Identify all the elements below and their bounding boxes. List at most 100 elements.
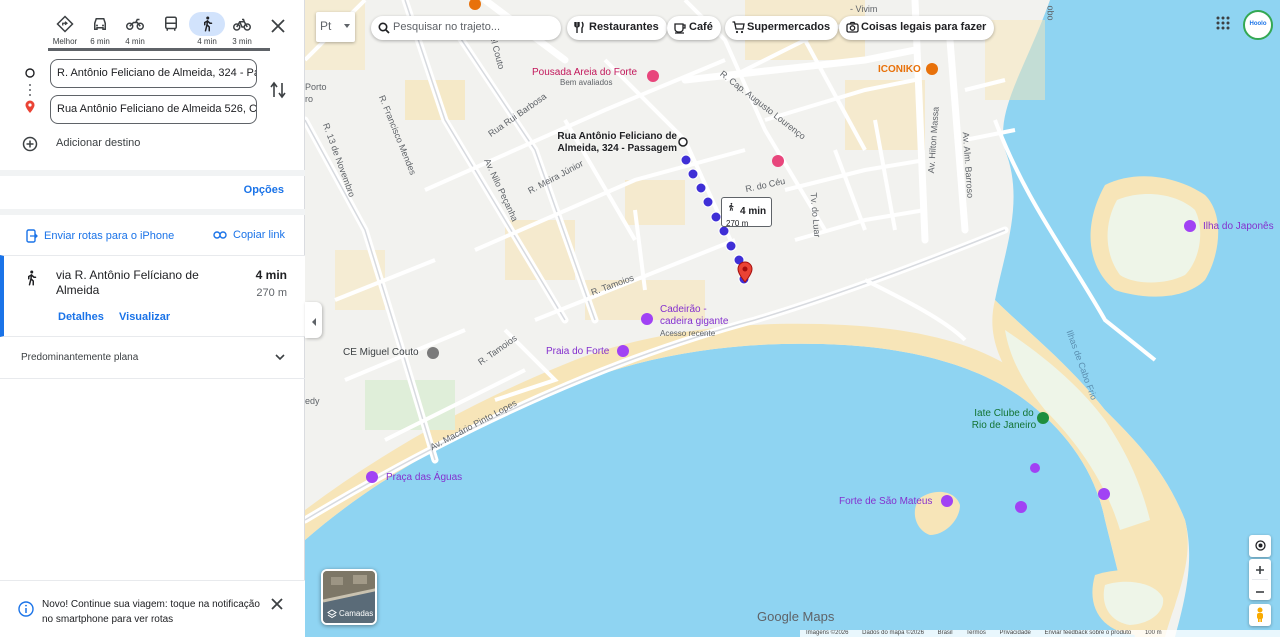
my-location-button[interactable] (1249, 535, 1271, 557)
language-label: Pt (320, 19, 332, 33)
attrib-country[interactable]: Brasil (938, 630, 953, 636)
motorcycle-icon (117, 12, 153, 36)
poi-cadeirao[interactable]: Cadeirão - cadeira gigante Acesso recente (660, 304, 740, 340)
mode-walk[interactable]: 4 min (189, 8, 225, 48)
search-icon (378, 22, 390, 34)
origin-input[interactable]: R. Antônio Feliciano de Almeida, 324 - P… (50, 59, 257, 88)
poi-cadeirao-sub: Acesso recente (660, 329, 716, 338)
mode-bike-label: 3 min (232, 37, 252, 46)
poi-pousada[interactable]: Pousada Areia do Forte Bem avaliados (532, 67, 637, 87)
plus-icon (1256, 566, 1264, 574)
camera-icon (846, 21, 859, 33)
route-time: 4 min (255, 268, 287, 282)
bus-icon (153, 12, 189, 36)
poi-iconiko[interactable]: ICONIKO (878, 64, 921, 75)
copy-link-label: Copiar link (233, 229, 285, 241)
swap-waypoints-button[interactable] (270, 80, 286, 105)
copy-link-button[interactable]: Copiar link (213, 229, 285, 241)
mode-walk-label: 4 min (197, 37, 217, 46)
chip-things-to-do[interactable]: Coisas legais para fazer (839, 16, 995, 40)
layers-icon (327, 609, 337, 619)
close-directions-button[interactable] (266, 14, 290, 38)
section-divider (0, 170, 305, 176)
chip-supermarkets[interactable]: Supermercados (725, 16, 839, 40)
section-divider (0, 209, 305, 215)
poi-ilha-do-japones[interactable]: Ilha do Japonês (1203, 221, 1274, 232)
car-icon (82, 12, 118, 36)
layers-button[interactable]: Camadas (321, 569, 377, 625)
tooltip-distance: 270 m (726, 219, 749, 228)
account-avatar[interactable]: Hoolo (1243, 10, 1273, 40)
travel-mode-bar: Melhor 6 min 4 min 4 min 3 min (46, 8, 296, 48)
google-maps-logo: Google Maps (757, 609, 835, 624)
poi-forte-sao-mateus[interactable]: Forte de São Mateus (839, 496, 932, 507)
cart-icon (732, 21, 745, 34)
tooltip-time: 4 min (740, 206, 767, 217)
attrib-feedback[interactable]: Enviar feedback sobre o produto (1045, 630, 1132, 636)
zoom-in-button[interactable] (1249, 559, 1271, 579)
language-selector[interactable]: Pt (316, 12, 355, 42)
chip-cafe[interactable]: Café (667, 16, 721, 40)
notice-text: Novo! Continue sua viagem: toque na noti… (42, 599, 260, 625)
street-vivim: - Vivim (850, 4, 878, 14)
route-details-button[interactable]: Detalhes (58, 311, 104, 323)
poi-praia-do-forte[interactable]: Praia do Forte (546, 346, 609, 357)
mode-drive[interactable]: 6 min (82, 8, 118, 48)
apps-grid-icon[interactable] (1216, 16, 1230, 30)
add-destination-link[interactable]: Adicionar destino (56, 137, 140, 149)
add-circle-icon[interactable] (22, 136, 38, 152)
minus-icon (1256, 591, 1264, 593)
directions-panel: Melhor 6 min 4 min 4 min 3 min R. Antôni… (0, 0, 305, 637)
maps-app: Melhor 6 min 4 min 4 min 3 min R. Antôni… (0, 0, 1280, 637)
options-button[interactable]: Opções (244, 184, 284, 196)
attrib-data: Dados do mapa ©2026 (862, 630, 924, 636)
info-icon (18, 601, 34, 617)
send-to-phone-link[interactable]: Enviar rotas para o iPhone (26, 229, 174, 243)
pegman-button[interactable] (1249, 604, 1271, 626)
mode-bike[interactable]: 3 min (224, 8, 260, 48)
mode-transit[interactable] (153, 8, 189, 48)
poi-iate-clube[interactable]: Iate Clube do Rio de Janeiro (968, 408, 1040, 432)
street-edy: edy (305, 396, 320, 406)
chip-things-to-do-label: Coisas legais para fazer (861, 21, 987, 33)
attrib-terms[interactable]: Termos (966, 630, 986, 636)
origin-map-label: Rua Antônio Feliciano de Almeida, 324 - … (557, 131, 677, 154)
close-icon (271, 19, 285, 33)
search-placeholder: Pesquisar no trajeto... (393, 21, 501, 33)
zoom-out-button[interactable] (1249, 580, 1271, 600)
route-duration-tooltip[interactable]: 4 min 270 m (721, 197, 772, 228)
map-attribution: Imagens ©2026 Dados do mapa ©2026 Brasil… (800, 630, 1280, 637)
mode-best[interactable]: Melhor (47, 8, 83, 48)
my-location-icon (1254, 540, 1266, 551)
mode-drive-label: 6 min (90, 37, 110, 46)
street-ro: ro (305, 94, 314, 104)
attrib-scale[interactable]: 100 m (1145, 630, 1162, 636)
mode-motorcycle-label: 4 min (125, 37, 145, 46)
map-canvas[interactable]: Pousada Areia do Forte Bem avaliados ICON… (305, 0, 1280, 637)
pegman-icon (1257, 607, 1263, 622)
destination-input[interactable]: Rua Antônio Feliciano de Almeida 526, Ca (50, 95, 257, 124)
mode-motorcycle[interactable]: 4 min (117, 8, 153, 48)
attrib-imagery: Imagens ©2026 (806, 630, 849, 636)
terrain-summary: Predominantemente plana (21, 352, 139, 363)
bike-icon (224, 12, 260, 36)
walk-icon (189, 12, 225, 36)
chevron-down-icon[interactable] (274, 351, 286, 363)
route-preview-button[interactable]: Visualizar (119, 311, 170, 323)
section-divider (0, 378, 305, 379)
chevron-left-icon (311, 318, 316, 326)
chip-restaurants[interactable]: Restaurantes (567, 16, 667, 40)
mode-best-label: Melhor (52, 37, 78, 46)
street-obo: obo (1045, 5, 1056, 21)
route-distance: 270 m (256, 287, 287, 299)
route-via-text: via R. Antônio Felíciano de Almeida (56, 268, 199, 297)
search-along-route-input[interactable]: Pesquisar no trajeto... (371, 16, 561, 40)
collapse-panel-button[interactable] (305, 302, 322, 338)
poi-ce-miguel-couto[interactable]: CE Miguel Couto (343, 347, 419, 358)
attrib-privacy[interactable]: Privacidade (1000, 630, 1031, 636)
mode-scrollbar[interactable] (48, 48, 270, 51)
route-option-card[interactable]: via R. Antônio Felíciano de Almeida 4 mi… (0, 255, 305, 337)
layers-label: Camadas (339, 609, 374, 618)
poi-praca-das-aguas[interactable]: Praça das Águas (386, 472, 462, 483)
close-icon[interactable] (270, 597, 284, 611)
